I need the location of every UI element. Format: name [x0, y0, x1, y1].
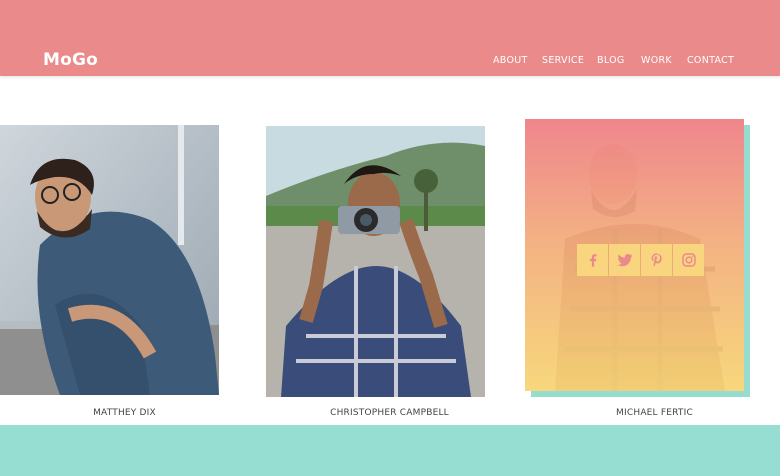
footer-band [0, 425, 780, 476]
team-photo-matthey[interactable] [0, 125, 219, 395]
instagram-icon [681, 253, 696, 267]
nav-service[interactable]: SERVICE [542, 55, 584, 66]
team-photo-image [266, 126, 485, 397]
social-links [577, 244, 704, 276]
nav-work[interactable]: WORK [641, 55, 672, 66]
team-member-name: CHRISTOPHER CAMPBELL [330, 408, 449, 418]
nav-contact[interactable]: CONTACT [687, 55, 734, 66]
facebook-icon [589, 254, 596, 267]
pinterest-button[interactable] [641, 244, 672, 276]
instagram-button[interactable] [673, 244, 704, 276]
team-member-name: MICHAEL FERTIC [616, 408, 693, 418]
team-photo-image [0, 125, 219, 395]
team-photo-michael[interactable] [525, 119, 744, 391]
twitter-icon [617, 254, 632, 267]
facebook-button[interactable] [577, 244, 608, 276]
twitter-button[interactable] [609, 244, 640, 276]
nav-about[interactable]: ABOUT [493, 55, 528, 66]
site-header: MoGo ABOUT SERVICE BLOG WORK CONTACT [0, 0, 780, 76]
pinterest-icon [651, 253, 662, 267]
main-nav: ABOUT SERVICE BLOG WORK CONTACT [0, 55, 780, 69]
team-photo-christopher[interactable] [266, 126, 485, 397]
team-member-name: MATTHEY DIX [93, 408, 156, 418]
nav-blog[interactable]: BLOG [597, 55, 625, 66]
